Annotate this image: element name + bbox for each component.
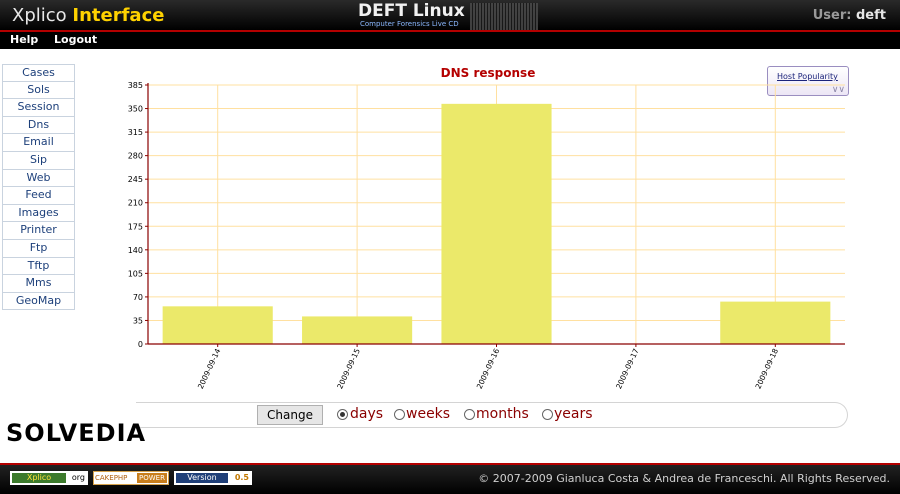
user-name: deft <box>856 8 886 23</box>
menu-bar: Help Logout <box>0 32 900 49</box>
xplico-badge[interactable]: Xplico org <box>10 471 88 485</box>
dns-response-chart: 0 35 70 105 140 175 210 245 280 315 350 385 2009-09-… <box>128 81 845 391</box>
version-badge-right: 0.5 <box>234 473 249 482</box>
radio-weeks[interactable] <box>394 409 405 420</box>
sidebar-item-cases[interactable]: Cases <box>2 64 75 82</box>
sidebar-item-ftp[interactable]: Ftp <box>2 239 75 258</box>
y-tick-label: 315 <box>128 128 143 137</box>
y-tick-label: 280 <box>128 152 143 161</box>
cakephp-badge[interactable]: CAKEPHP POWER <box>93 471 169 485</box>
y-tick-label: 140 <box>128 246 143 255</box>
chart-bar <box>720 301 831 344</box>
sidebar-item-email[interactable]: Email <box>2 134 75 152</box>
logo-main-text: Xplico <box>12 5 73 26</box>
cakephp-badge-left: CAKEPHP <box>95 474 128 482</box>
solvedia-logo: SOLVEDIA <box>6 419 147 447</box>
radio-weeks-label[interactable]: weeks <box>406 406 450 422</box>
sidebar-item-tftp[interactable]: Tftp <box>2 257 75 276</box>
xplico-badge-right: org <box>71 473 85 482</box>
period-selector: Change days weeks months years <box>136 402 848 428</box>
app-logo: Xplico Interface <box>12 5 164 26</box>
logout-link[interactable]: Logout <box>54 33 97 46</box>
header-decoration <box>470 3 538 30</box>
version-badge-left: Version <box>176 473 228 483</box>
version-badge: Version 0.5 <box>174 471 252 485</box>
radio-months[interactable] <box>464 409 475 420</box>
xplico-badge-left: Xplico <box>12 473 66 483</box>
copyright-text: © 2007-2009 Gianluca Costa & Andrea de F… <box>478 472 890 485</box>
chart-bar <box>162 306 273 344</box>
x-tick-label: 2009-09-18 <box>754 347 781 391</box>
sidebar-item-dns[interactable]: Dns <box>2 116 75 135</box>
radio-days-label[interactable]: days <box>350 406 383 422</box>
distro-subtitle: Computer Forensics Live CD <box>360 20 459 28</box>
y-tick-label: 385 <box>128 81 143 90</box>
user-indicator: User: deft <box>813 8 886 23</box>
sidebar-item-feed[interactable]: Feed <box>2 187 75 205</box>
sidebar-item-printer[interactable]: Printer <box>2 222 75 240</box>
distro-title: DEFT Linux <box>358 1 465 21</box>
sidebar-nav: Cases Sols Session Dns Email Sip Web Fee… <box>2 64 75 311</box>
y-tick-label: 245 <box>128 175 143 184</box>
logo-accent-text: Interface <box>72 5 165 26</box>
sidebar-item-geomap[interactable]: GeoMap <box>2 292 75 311</box>
sidebar-item-session[interactable]: Session <box>2 99 75 117</box>
radio-months-label[interactable]: months <box>476 406 529 422</box>
sidebar-item-sols[interactable]: Sols <box>2 81 75 100</box>
y-tick-label: 35 <box>133 316 143 325</box>
x-tick-label: 2009-09-15 <box>335 347 362 391</box>
sidebar-item-mms[interactable]: Mms <box>2 275 75 293</box>
x-tick-label: 2009-09-14 <box>196 347 223 391</box>
radio-years[interactable] <box>542 409 553 420</box>
chart-bar <box>441 103 552 344</box>
y-tick-label: 70 <box>133 293 143 302</box>
sidebar-item-images[interactable]: Images <box>2 204 75 223</box>
y-tick-label: 0 <box>138 340 143 349</box>
help-link[interactable]: Help <box>10 33 38 46</box>
y-tick-label: 210 <box>128 199 143 208</box>
change-button[interactable]: Change <box>257 405 323 425</box>
radio-days[interactable] <box>337 409 348 420</box>
y-tick-label: 175 <box>128 222 143 231</box>
radio-years-label[interactable]: years <box>554 406 593 422</box>
sidebar-item-web[interactable]: Web <box>2 169 75 188</box>
top-header: Xplico Interface DEFT Linux Computer For… <box>0 0 900 32</box>
user-label: User: <box>812 8 856 23</box>
x-tick-label: 2009-09-16 <box>475 347 502 391</box>
chart-bar <box>302 316 413 344</box>
footer: Xplico org CAKEPHP POWER Version 0.5 © 2… <box>0 463 900 494</box>
x-tick-label: 2009-09-17 <box>614 347 641 391</box>
cakephp-badge-right: POWER <box>137 473 167 483</box>
y-tick-label: 105 <box>128 269 143 278</box>
y-tick-label: 350 <box>128 105 143 114</box>
sidebar-item-sip[interactable]: Sip <box>2 151 75 170</box>
